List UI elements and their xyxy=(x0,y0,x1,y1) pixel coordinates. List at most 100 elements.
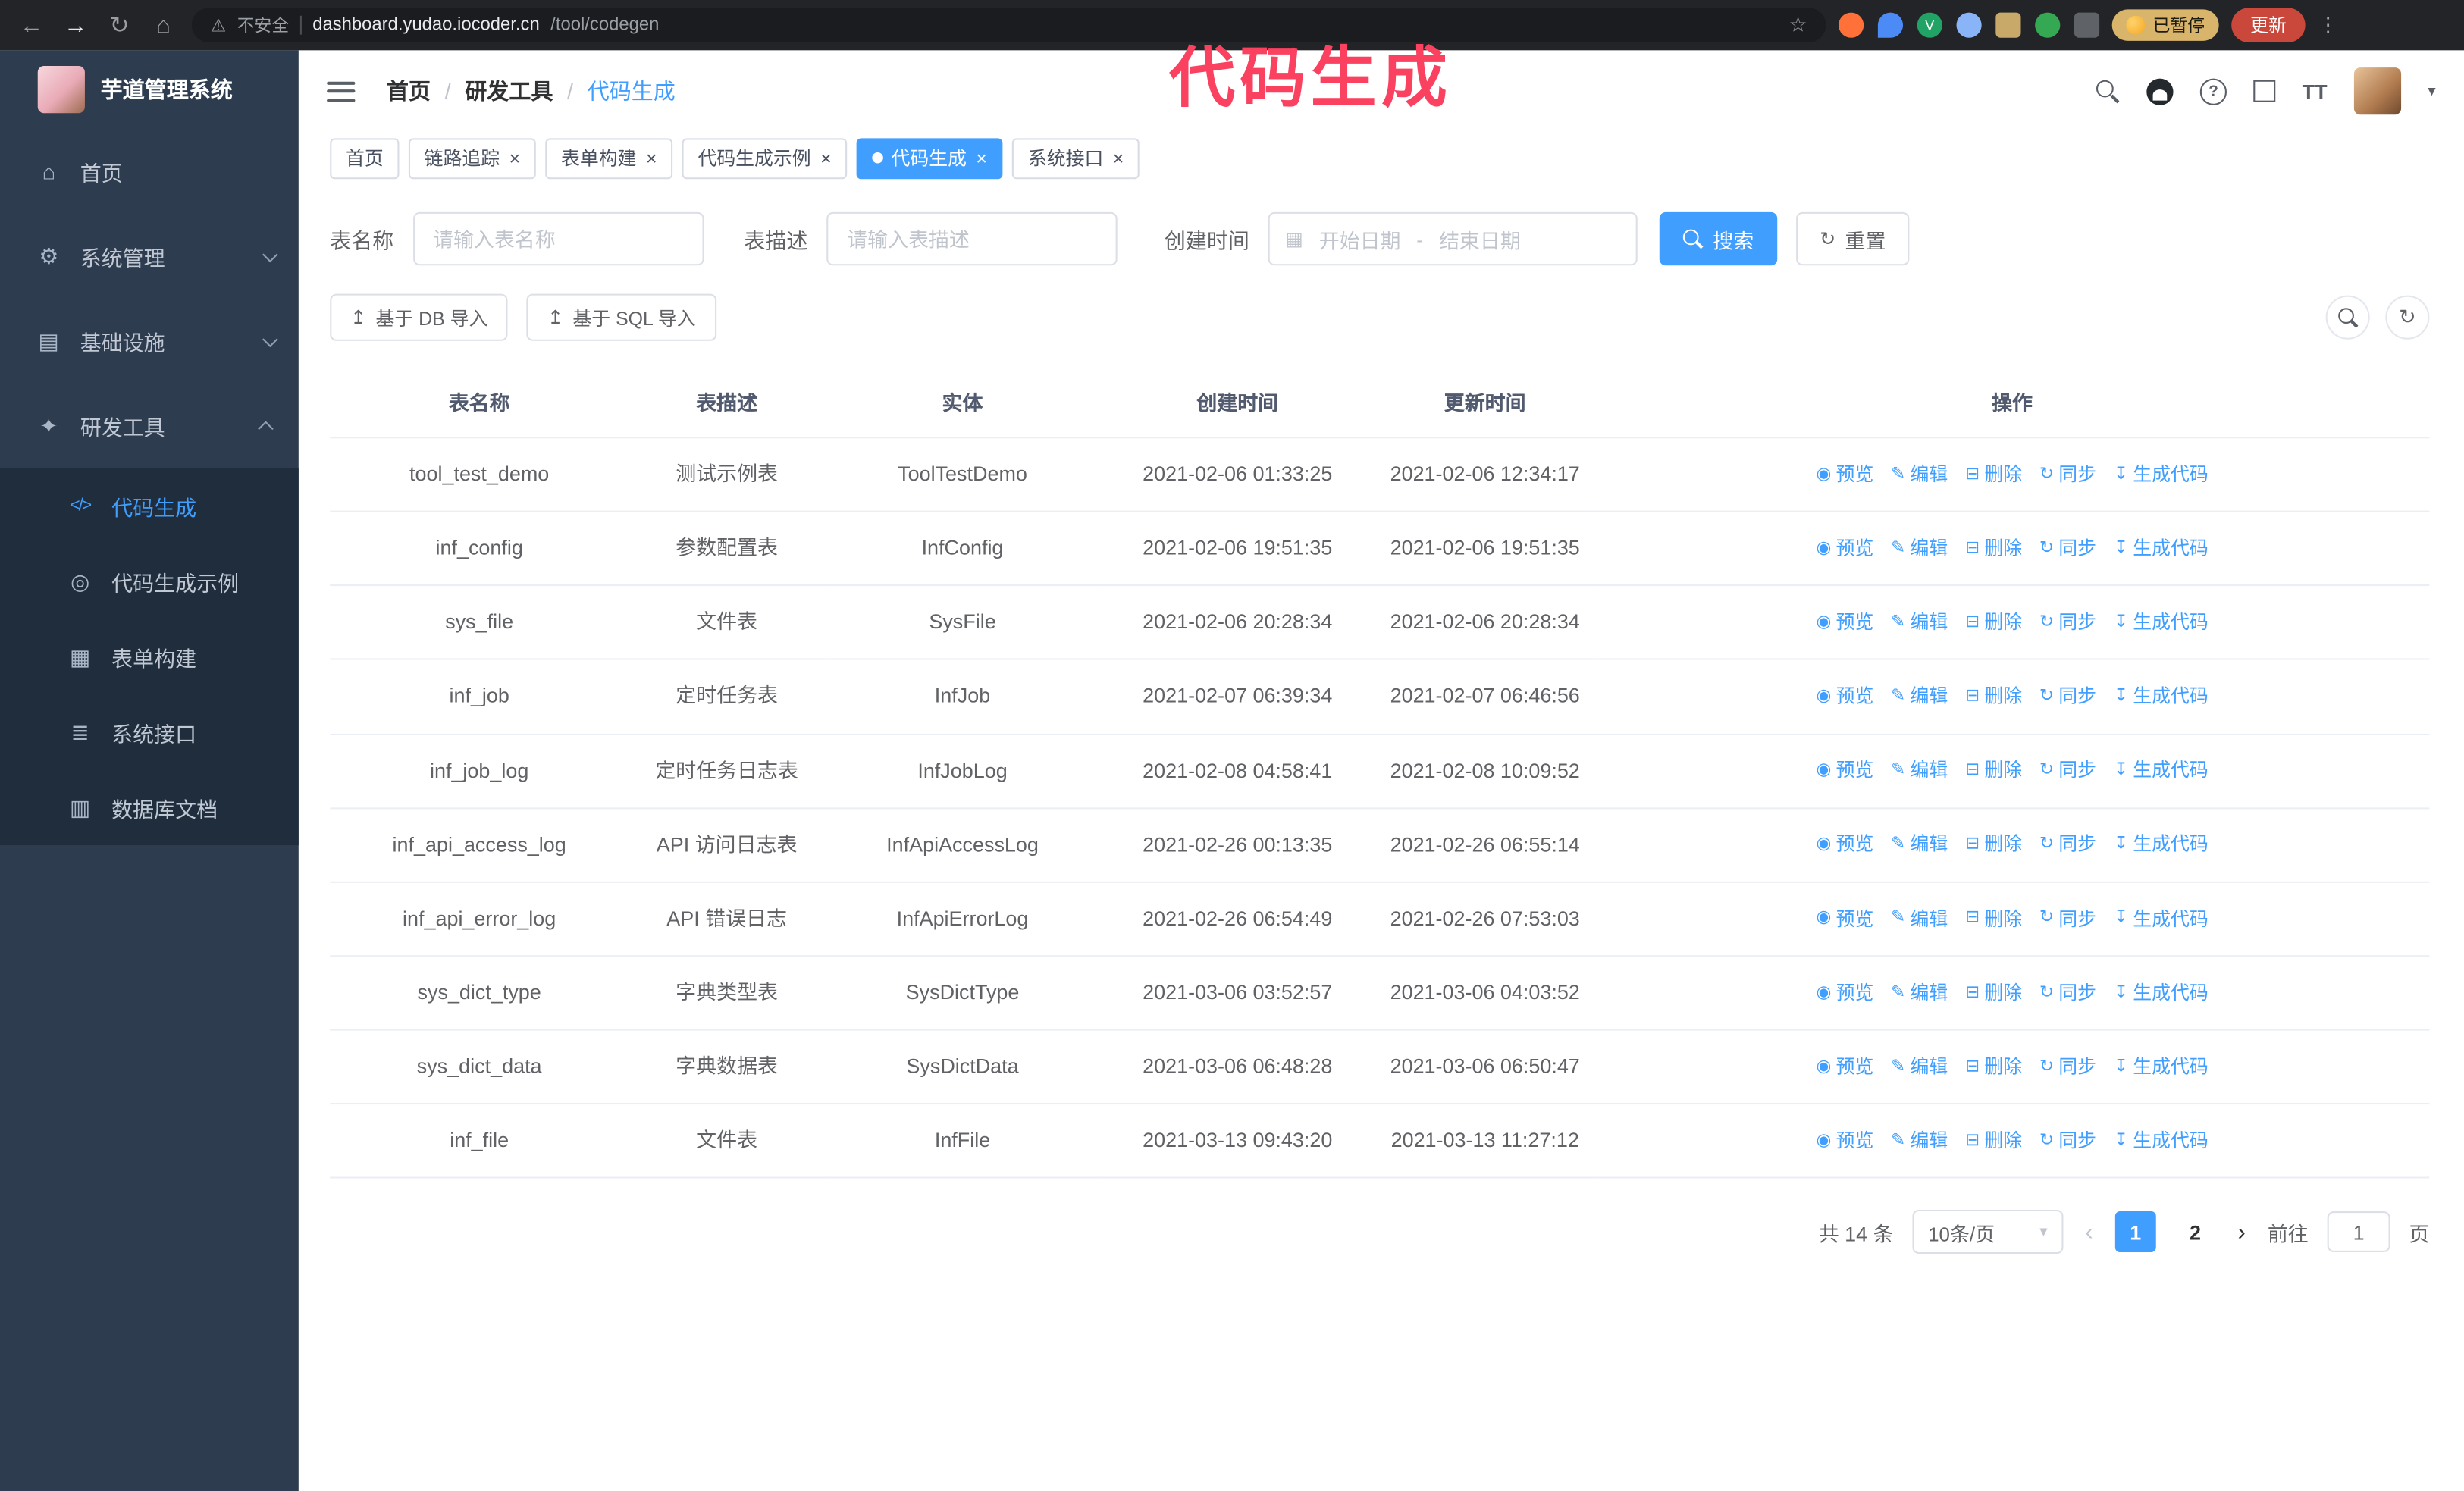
home-icon[interactable]: ⌂ xyxy=(148,12,179,39)
tab-form-builder[interactable]: 表单构建 × xyxy=(545,137,673,179)
page-number-2[interactable]: 2 xyxy=(2175,1212,2216,1253)
edit-action[interactable]: ✎ 编辑 xyxy=(1891,756,1948,786)
text-size-icon[interactable]: TT xyxy=(2303,80,2328,103)
refresh-button[interactable]: ↻ xyxy=(2385,295,2430,340)
toggle-search-button[interactable] xyxy=(2325,295,2370,340)
delete-action[interactable]: ⊟ 删除 xyxy=(1965,534,2022,564)
leaf-extension-icon[interactable] xyxy=(2035,12,2061,38)
sidebar-item-db-doc[interactable]: ▥ 数据库文档 xyxy=(0,770,299,845)
edit-action[interactable]: ✎ 编辑 xyxy=(1891,534,1948,564)
date-range-picker[interactable]: ▦ 开始日期 - 结束日期 xyxy=(1268,211,1638,266)
avatar-caret-icon[interactable]: ▾ xyxy=(2428,83,2435,100)
sync-action[interactable]: ↻ 同步 xyxy=(2039,1052,2096,1082)
edit-action[interactable]: ✎ 编辑 xyxy=(1891,1052,1948,1082)
sidebar-item-codegen[interactable]: </> 代码生成 xyxy=(0,468,299,543)
delete-action[interactable]: ⊟ 删除 xyxy=(1965,830,2022,860)
edit-action[interactable]: ✎ 编辑 xyxy=(1891,904,1948,934)
close-icon[interactable]: × xyxy=(976,147,987,169)
sync-action[interactable]: ↻ 同步 xyxy=(2039,682,2096,712)
address-bar[interactable]: ⚠ 不安全 dashboard.yudao.iocoder.cn /tool/c… xyxy=(191,8,1826,42)
search-button[interactable]: 搜索 xyxy=(1659,211,1778,266)
generate-code-action[interactable]: ↧ 生成代码 xyxy=(2114,460,2209,490)
bookmark-star-icon[interactable]: ☆ xyxy=(1788,13,1807,38)
drop-extension-icon[interactable] xyxy=(1877,12,1904,38)
fullscreen-icon[interactable] xyxy=(2253,80,2276,102)
sync-action[interactable]: ↻ 同步 xyxy=(2039,756,2096,786)
close-icon[interactable]: × xyxy=(509,147,521,169)
tab-codegen-example[interactable]: 代码生成示例 × xyxy=(682,137,848,179)
breadcrumb-home[interactable]: 首页 xyxy=(387,75,431,106)
box-extension-icon[interactable] xyxy=(1995,12,2021,38)
user-avatar[interactable] xyxy=(2353,67,2402,115)
back-icon[interactable]: ← xyxy=(16,12,47,39)
generate-code-action[interactable]: ↧ 生成代码 xyxy=(2114,608,2209,637)
delete-action[interactable]: ⊟ 删除 xyxy=(1965,1052,2022,1082)
sidebar-item-infra[interactable]: ▤ 基础设施 xyxy=(0,299,299,384)
sidebar-item-codegen-example[interactable]: ◎ 代码生成示例 xyxy=(0,543,299,619)
v-extension-icon[interactable]: V xyxy=(1917,12,1942,38)
preview-action[interactable]: ◉ 预览 xyxy=(1816,979,1873,1008)
preview-action[interactable]: ◉ 预览 xyxy=(1816,830,1873,860)
delete-action[interactable]: ⊟ 删除 xyxy=(1965,460,2022,490)
preview-action[interactable]: ◉ 预览 xyxy=(1816,534,1873,564)
close-icon[interactable]: × xyxy=(1113,147,1124,169)
delete-action[interactable]: ⊟ 删除 xyxy=(1965,682,2022,712)
reset-button[interactable]: ↻ 重置 xyxy=(1796,211,1910,266)
delete-action[interactable]: ⊟ 删除 xyxy=(1965,608,2022,637)
sidebar-item-home[interactable]: ⌂ 首页 xyxy=(0,129,299,214)
generate-code-action[interactable]: ↧ 生成代码 xyxy=(2114,904,2209,934)
tab-tracing[interactable]: 链路追踪 × xyxy=(408,137,536,179)
generate-code-action[interactable]: ↧ 生成代码 xyxy=(2114,756,2209,786)
sidebar-item-system[interactable]: ⚙ 系统管理 xyxy=(0,214,299,299)
sidebar-item-system-api[interactable]: ≣ 系统接口 xyxy=(0,694,299,769)
edit-action[interactable]: ✎ 编辑 xyxy=(1891,1126,1948,1156)
page-number-1[interactable]: 1 xyxy=(2114,1211,2156,1253)
delete-action[interactable]: ⊟ 删除 xyxy=(1965,979,2022,1008)
preview-action[interactable]: ◉ 预览 xyxy=(1816,460,1873,490)
browser-menu-icon[interactable]: ⋮ xyxy=(2318,13,2338,38)
preview-action[interactable]: ◉ 预览 xyxy=(1816,1052,1873,1082)
help-icon[interactable]: ? xyxy=(2199,77,2227,105)
close-icon[interactable]: × xyxy=(820,147,832,169)
security-label[interactable]: 不安全 xyxy=(237,13,289,38)
sidebar-logo[interactable]: 芋道管理系统 xyxy=(0,50,299,129)
reload-icon[interactable]: ↻ xyxy=(104,11,135,39)
preview-action[interactable]: ◉ 预览 xyxy=(1816,756,1873,786)
sync-action[interactable]: ↻ 同步 xyxy=(2039,534,2096,564)
goto-page-input[interactable] xyxy=(2327,1211,2390,1253)
edit-action[interactable]: ✎ 编辑 xyxy=(1891,830,1948,860)
preview-action[interactable]: ◉ 预览 xyxy=(1816,682,1873,712)
delete-action[interactable]: ⊟ 删除 xyxy=(1965,904,2022,934)
tab-system-api[interactable]: 系统接口 × xyxy=(1012,137,1140,179)
sync-action[interactable]: ↻ 同步 xyxy=(2039,608,2096,637)
tab-home[interactable]: 首页 xyxy=(330,137,400,179)
firefox-extension-icon[interactable] xyxy=(1839,12,1864,38)
generate-code-action[interactable]: ↧ 生成代码 xyxy=(2114,979,2209,1008)
people-extension-icon[interactable] xyxy=(1956,12,1982,38)
generate-code-action[interactable]: ↧ 生成代码 xyxy=(2114,682,2209,712)
delete-action[interactable]: ⊟ 删除 xyxy=(1965,756,2022,786)
edit-action[interactable]: ✎ 编辑 xyxy=(1891,682,1948,712)
edit-action[interactable]: ✎ 编辑 xyxy=(1891,608,1948,637)
close-icon[interactable]: × xyxy=(646,147,657,169)
table-name-input[interactable] xyxy=(412,211,704,266)
prev-page-button[interactable]: ‹ xyxy=(2082,1219,2096,1245)
breadcrumb-devtools[interactable]: 研发工具 xyxy=(465,75,553,106)
import-db-button[interactable]: ↥ 基于 DB 导入 xyxy=(330,293,509,341)
import-sql-button[interactable]: ↥ 基于 SQL 导入 xyxy=(527,293,716,341)
generate-code-action[interactable]: ↧ 生成代码 xyxy=(2114,1052,2209,1082)
preview-action[interactable]: ◉ 预览 xyxy=(1816,1126,1873,1156)
edit-action[interactable]: ✎ 编辑 xyxy=(1891,979,1948,1008)
generate-code-action[interactable]: ↧ 生成代码 xyxy=(2114,1126,2209,1156)
preview-action[interactable]: ◉ 预览 xyxy=(1816,904,1873,934)
edit-action[interactable]: ✎ 编辑 xyxy=(1891,460,1948,490)
update-browser-button[interactable]: 更新 xyxy=(2231,8,2306,42)
sync-action[interactable]: ↻ 同步 xyxy=(2039,460,2096,490)
next-page-button[interactable]: › xyxy=(2234,1219,2249,1245)
sync-action[interactable]: ↻ 同步 xyxy=(2039,904,2096,934)
github-icon[interactable] xyxy=(2146,77,2174,105)
sidebar-item-form-builder[interactable]: ▦ 表单构建 xyxy=(0,619,299,694)
generate-code-action[interactable]: ↧ 生成代码 xyxy=(2114,830,2209,860)
preview-action[interactable]: ◉ 预览 xyxy=(1816,608,1873,637)
search-icon[interactable] xyxy=(2096,79,2120,103)
